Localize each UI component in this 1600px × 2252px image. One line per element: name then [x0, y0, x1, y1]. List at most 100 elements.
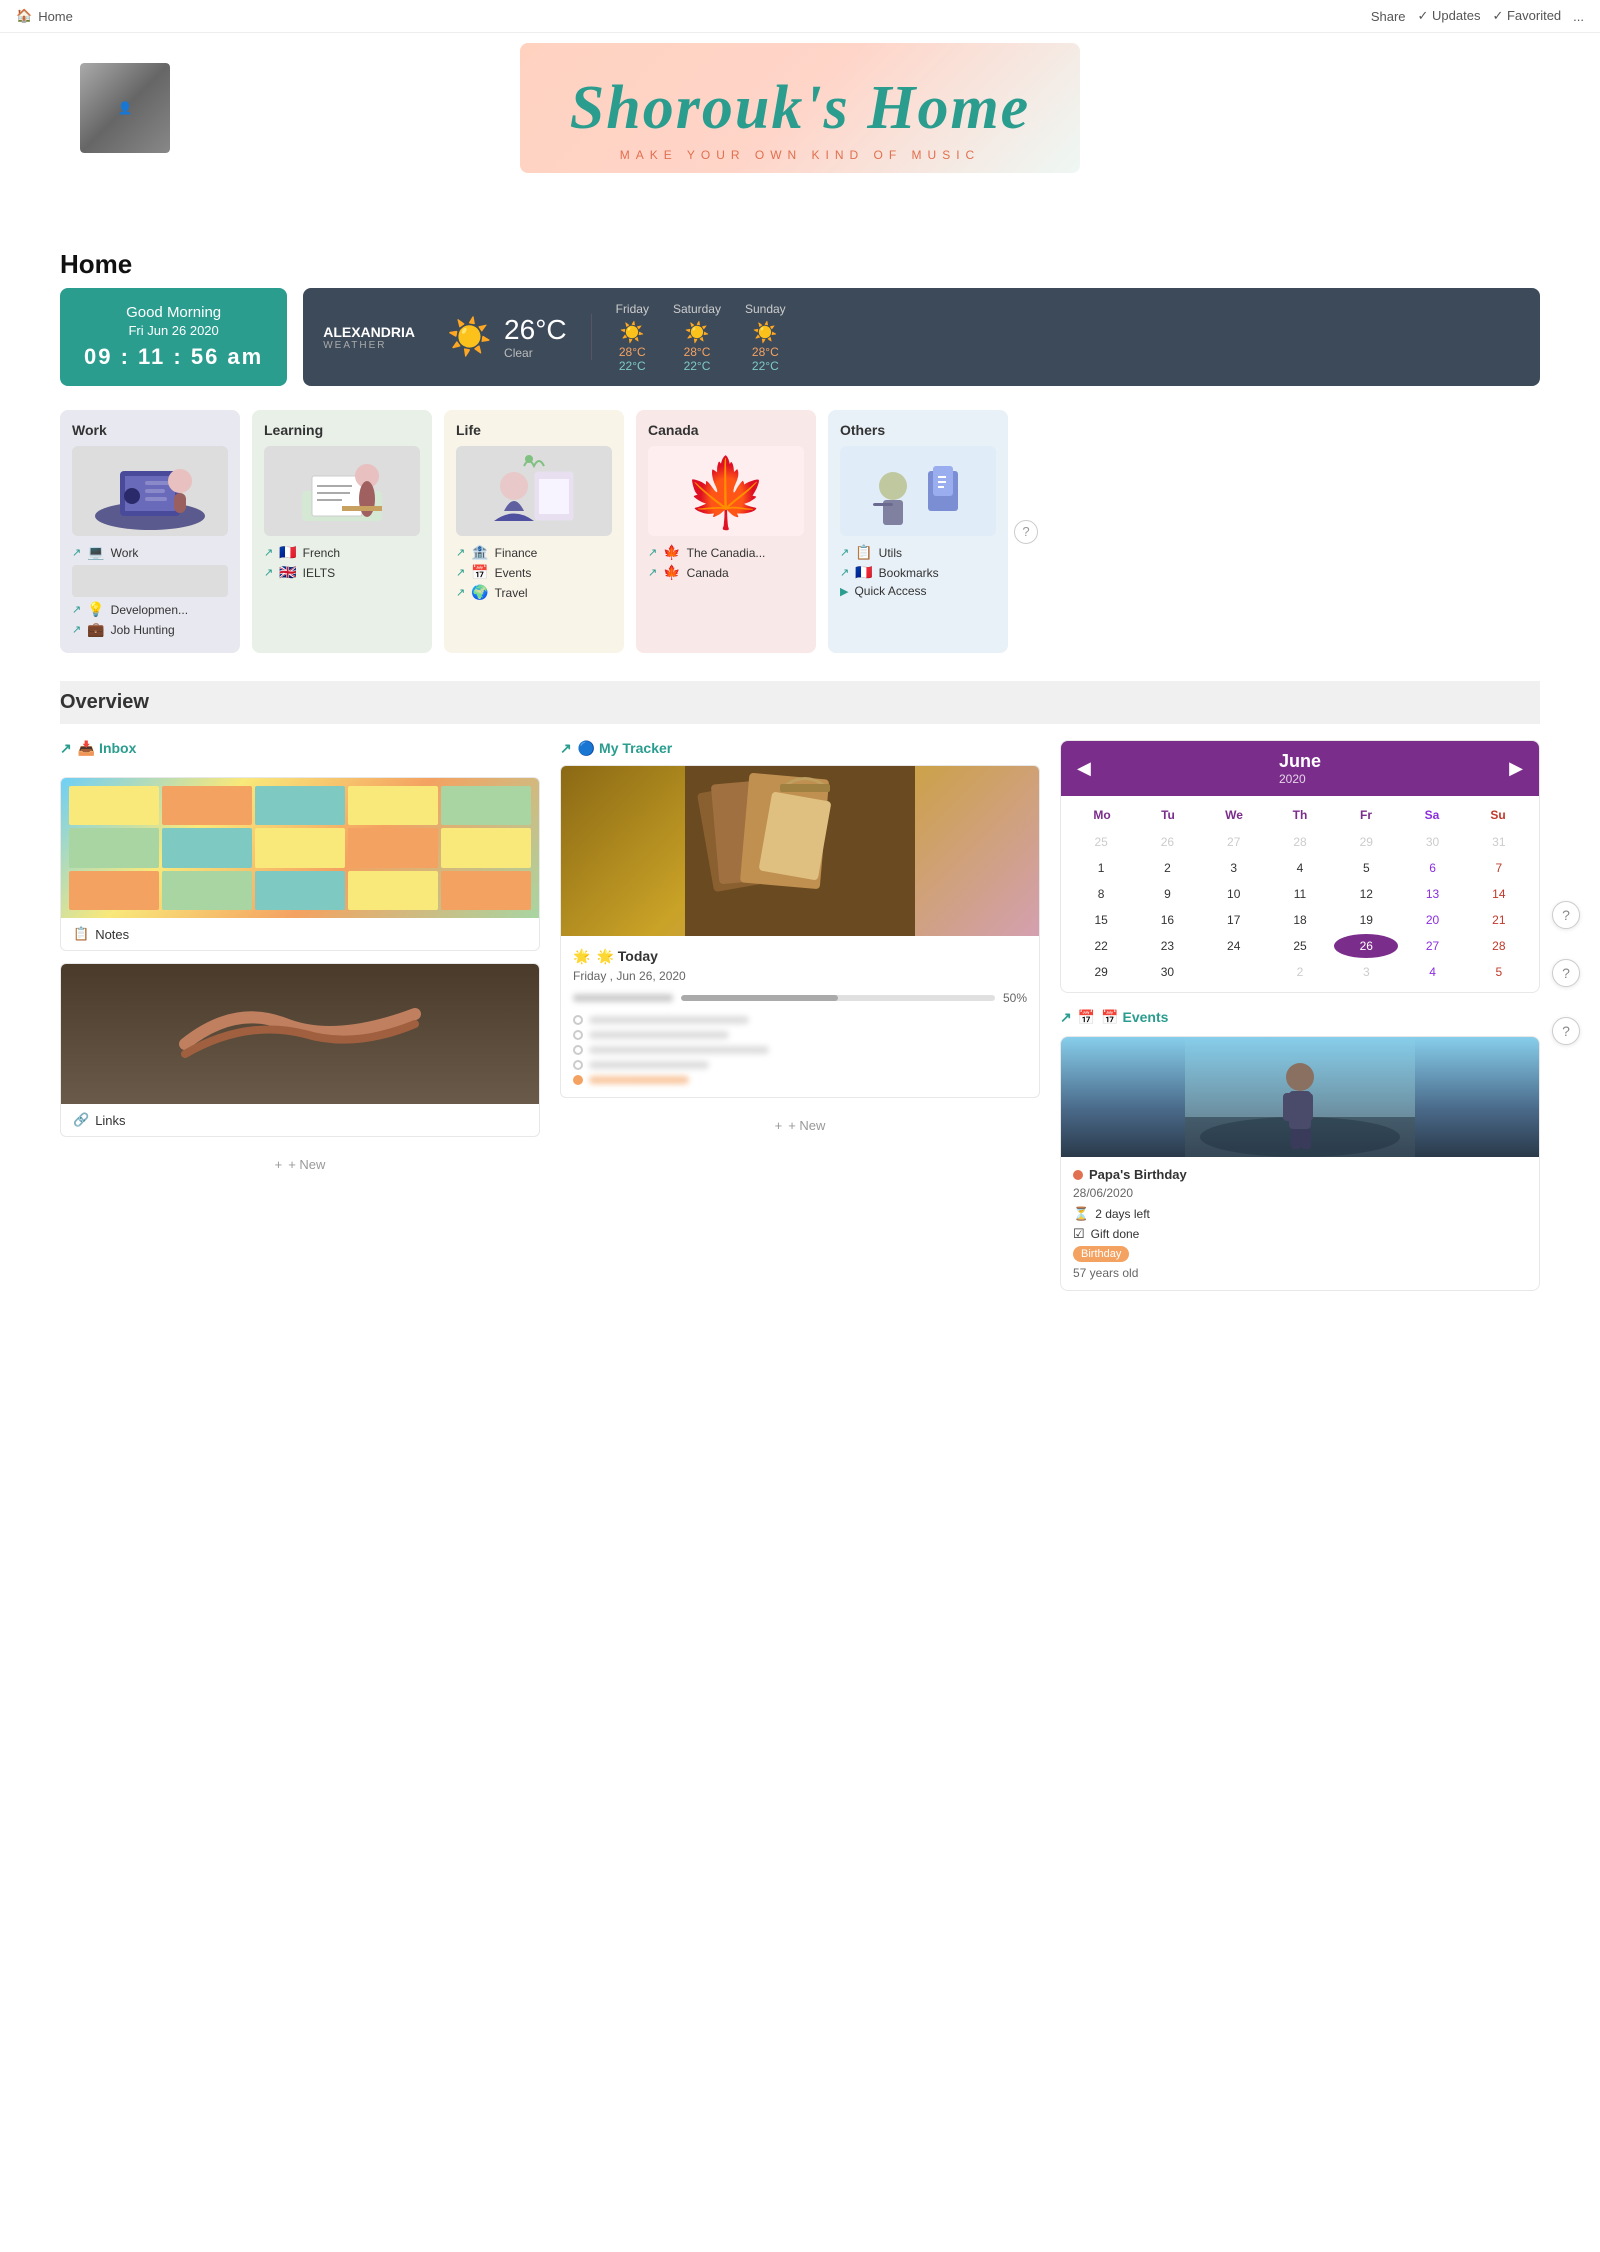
cal-cell-19[interactable]: 19	[1334, 908, 1398, 932]
cal-cell-2-next[interactable]: 2	[1268, 960, 1332, 984]
cal-cell-20[interactable]: 20	[1400, 908, 1464, 932]
calendar-prev-button[interactable]: ◀	[1077, 758, 1091, 779]
cal-cell-5-next[interactable]: 5	[1467, 960, 1531, 984]
arrow-icon-fr: ↗	[264, 546, 273, 559]
inbox-header[interactable]: ↗ 📥 Inbox	[60, 740, 540, 757]
cal-cell-25-prev[interactable]: 25	[1069, 830, 1133, 854]
canada-link-canada[interactable]: ↗ 🍁 Canada	[648, 564, 804, 581]
cal-cell-15[interactable]: 15	[1069, 908, 1133, 932]
inbox-label: 📥 Inbox	[78, 740, 137, 757]
cal-cell-22[interactable]: 22	[1069, 934, 1133, 958]
job-link-label: Job Hunting	[111, 623, 175, 637]
cal-cell-13[interactable]: 13	[1400, 882, 1464, 906]
cal-cell-21[interactable]: 21	[1467, 908, 1531, 932]
notes-card-label: 📋 Notes	[61, 918, 539, 950]
arrow-icon-can2: ↗	[648, 566, 657, 579]
cal-cell-16[interactable]: 16	[1135, 908, 1199, 932]
tracker-new-button[interactable]: + + New	[560, 1110, 1040, 1141]
cal-cell-29[interactable]: 29	[1069, 960, 1133, 984]
tracker-header[interactable]: ↗ 🔵 My Tracker	[560, 740, 1040, 757]
cal-day-we: We	[1201, 808, 1267, 822]
cal-cell-2[interactable]: 2	[1135, 856, 1199, 880]
cal-cell-29-prev[interactable]: 29	[1334, 830, 1398, 854]
event-days-left: 2 days left	[1095, 1207, 1150, 1221]
others-link-bookmarks[interactable]: ↗ 🇫🇷 Bookmarks	[840, 564, 996, 581]
task-circle-1	[573, 1015, 583, 1025]
today-date: Friday , Jun 26, 2020	[573, 969, 1027, 983]
events-arrow-icon: ↗	[1060, 1009, 1072, 1026]
links-card[interactable]: 🔗 Links	[60, 963, 540, 1137]
hero-section: 👤 Shorouk's Home MAKE YOUR OWN KIND OF M…	[0, 33, 1600, 233]
cal-cell-empty	[1202, 960, 1266, 984]
work-link-job[interactable]: ↗ 💼 Job Hunting	[72, 621, 228, 638]
cal-cell-26-today[interactable]: 26	[1334, 934, 1398, 958]
cal-cell-3-next[interactable]: 3	[1334, 960, 1398, 984]
cal-cell-8[interactable]: 8	[1069, 882, 1133, 906]
sticky-6	[69, 828, 159, 867]
task-circle-4	[573, 1060, 583, 1070]
event-body: Papa's Birthday 28/06/2020 ⏳ 2 days left…	[1061, 1157, 1539, 1290]
others-link-quickaccess[interactable]: ▶ Quick Access	[840, 584, 996, 598]
cal-cell-1[interactable]: 1	[1069, 856, 1133, 880]
clock-greeting: Good Morning	[84, 304, 263, 321]
learning-link-french[interactable]: ↗ 🇫🇷 French	[264, 544, 420, 561]
cal-cell-10[interactable]: 10	[1202, 882, 1266, 906]
life-link-finance[interactable]: ↗ 🏦 Finance	[456, 544, 612, 561]
inbox-new-button[interactable]: + + New	[60, 1149, 540, 1180]
work-link-work[interactable]: ↗ 💻 Work	[72, 544, 228, 561]
cal-cell-12[interactable]: 12	[1334, 882, 1398, 906]
home-label[interactable]: Home	[38, 9, 73, 24]
cal-cell-11[interactable]: 11	[1268, 882, 1332, 906]
cal-cell-30[interactable]: 30	[1135, 960, 1199, 984]
cal-cell-17[interactable]: 17	[1202, 908, 1266, 932]
cal-cell-14[interactable]: 14	[1467, 882, 1531, 906]
others-link-utils[interactable]: ↗ 📋 Utils	[840, 544, 996, 561]
category-life: Life ↗ 🏦 Finance ↗ 📅	[444, 410, 624, 653]
calendar-days-header: Mo Tu We Th Fr Sa Su	[1069, 804, 1531, 826]
cal-cell-30-prev[interactable]: 30	[1400, 830, 1464, 854]
cal-cell-7[interactable]: 7	[1467, 856, 1531, 880]
help-button-3[interactable]: ?	[1552, 1017, 1580, 1045]
cal-cell-28-prev[interactable]: 28	[1268, 830, 1332, 854]
cal-cell-27-prev[interactable]: 27	[1202, 830, 1266, 854]
cal-cell-23[interactable]: 23	[1135, 934, 1199, 958]
work-link-dev[interactable]: ↗ 💡 Developmen...	[72, 601, 228, 618]
cal-cell-9[interactable]: 9	[1135, 882, 1199, 906]
cal-cell-24[interactable]: 24	[1202, 934, 1266, 958]
share-button[interactable]: Share	[1371, 9, 1406, 24]
calendar-year: 2020	[1279, 772, 1321, 786]
canada-link-canadiana[interactable]: ↗ 🍁 The Canadia...	[648, 544, 804, 561]
learning-link-ielts[interactable]: ↗ 🇬🇧 IELTS	[264, 564, 420, 581]
task-bar-3	[589, 1046, 769, 1054]
canadiana-link-label: The Canadia...	[687, 546, 766, 560]
favorited-button[interactable]: ✓ Favorited	[1492, 8, 1561, 24]
cal-cell-28[interactable]: 28	[1467, 934, 1531, 958]
notes-card[interactable]: 📋 Notes	[60, 777, 540, 951]
category-canada-title: Canada	[648, 422, 804, 438]
updates-button[interactable]: ✓ Updates	[1418, 8, 1481, 24]
cal-cell-26-prev[interactable]: 26	[1135, 830, 1199, 854]
more-button[interactable]: ...	[1573, 9, 1584, 24]
cal-cell-27[interactable]: 27	[1400, 934, 1464, 958]
event-card: Papa's Birthday 28/06/2020 ⏳ 2 days left…	[1060, 1036, 1540, 1291]
cal-cell-4-next[interactable]: 4	[1400, 960, 1464, 984]
cal-cell-5[interactable]: 5	[1334, 856, 1398, 880]
life-link-travel[interactable]: ↗ 🌍 Travel	[456, 584, 612, 601]
help-button-2[interactable]: ?	[1552, 959, 1580, 987]
calendar-next-button[interactable]: ▶	[1509, 758, 1523, 779]
cal-cell-6[interactable]: 6	[1400, 856, 1464, 880]
cal-cell-4[interactable]: 4	[1268, 856, 1332, 880]
weather-forecast: Friday ☀️ 28°C 22°C Saturday ☀️ 28°C 22°…	[592, 302, 786, 373]
travel-link-label: Travel	[495, 586, 528, 600]
category-others-title: Others	[840, 422, 996, 438]
cal-cell-25[interactable]: 25	[1268, 934, 1332, 958]
life-link-events[interactable]: ↗ 📅 Events	[456, 564, 612, 581]
help-button-1[interactable]: ?	[1552, 901, 1580, 929]
canadiana-icon: 🍁	[663, 544, 680, 561]
help-button-categories[interactable]: ?	[1014, 520, 1038, 544]
cal-cell-31-prev[interactable]: 31	[1467, 830, 1531, 854]
events-link-label: Events	[495, 566, 532, 580]
cal-cell-18[interactable]: 18	[1268, 908, 1332, 932]
events-header[interactable]: ↗ 📅 📅 Events	[1060, 1009, 1540, 1026]
cal-cell-3[interactable]: 3	[1202, 856, 1266, 880]
